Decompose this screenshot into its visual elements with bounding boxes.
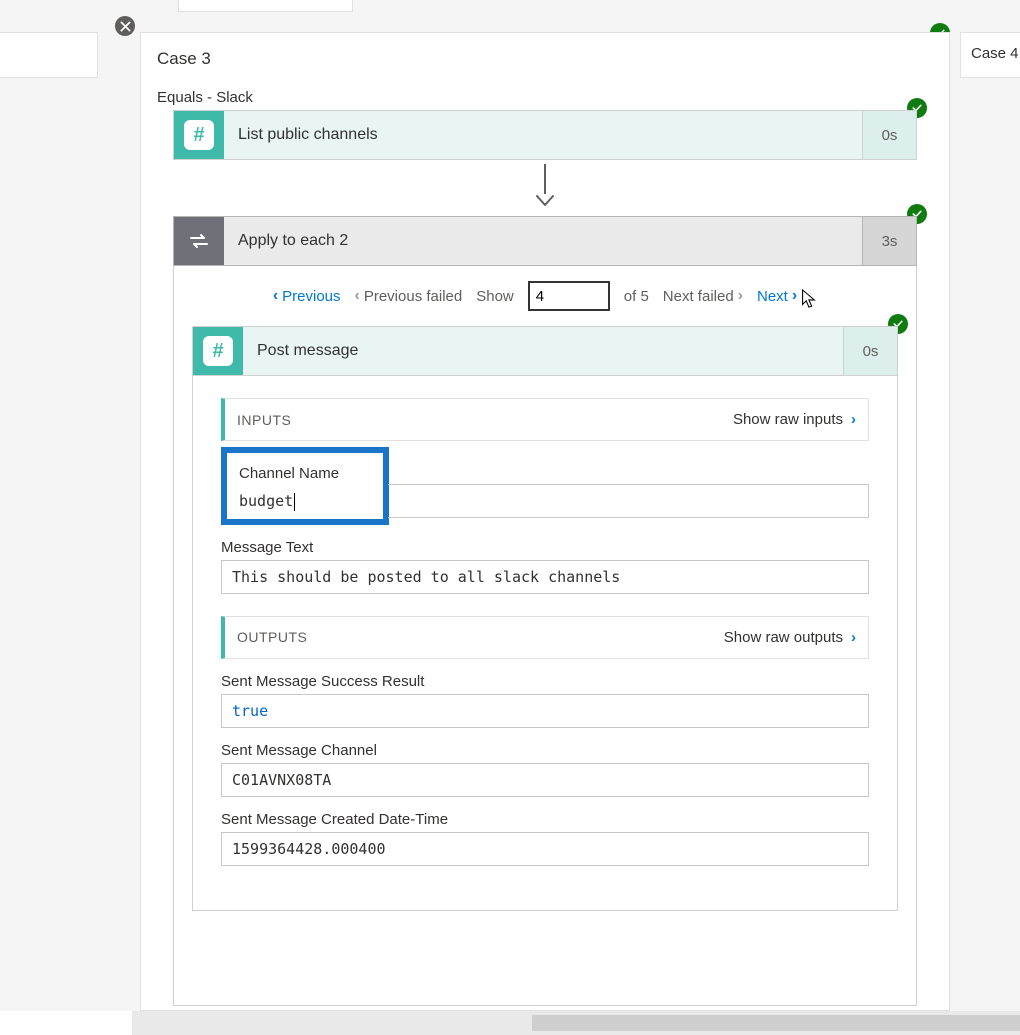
page-total-label: of 5: [624, 288, 649, 305]
channel-name-field-extension: [388, 484, 869, 518]
chevron-right-icon: ›: [792, 287, 797, 305]
loop-pager: ‹ Previous ‹ Previous failed Show of 5 N…: [174, 266, 916, 326]
sent-channel-value: C01AVNX08TA: [221, 763, 869, 797]
channel-name-highlight: Channel Name budget: [221, 447, 389, 525]
previous-failed-label: Previous failed: [364, 288, 462, 305]
slack-icon: #: [174, 111, 224, 159]
top-bar: [0, 0, 1020, 22]
loop-icon: [174, 217, 224, 265]
case4-title: Case 4: [971, 45, 1019, 62]
outputs-section: OUTPUTS Show raw outputs › Sent Message …: [221, 616, 869, 866]
case-title: Case 3: [141, 33, 949, 69]
apply-to-each-card[interactable]: Apply to each 2 3s: [173, 216, 917, 266]
post-message-title: Post message: [243, 327, 843, 375]
top-remnant-box: [178, 0, 353, 12]
arrow-connector: [141, 164, 949, 212]
apply-each-duration: 3s: [862, 217, 916, 265]
datetime-label: Sent Message Created Date-Time: [221, 811, 869, 828]
list-public-channels-card[interactable]: # List public channels 0s: [173, 110, 917, 160]
page-index-input[interactable]: [528, 281, 610, 311]
datetime-value: 1599364428.000400: [221, 832, 869, 866]
success-result-value: true: [221, 694, 869, 728]
inputs-section: INPUTS Show raw inputs › Channel Name bu…: [221, 398, 869, 594]
post-message-duration: 0s: [843, 327, 897, 375]
show-raw-inputs-label: Show raw inputs: [733, 411, 843, 428]
previous-failed-button[interactable]: ‹ Previous failed: [355, 287, 463, 305]
chevron-right-icon: ›: [851, 411, 856, 428]
show-label: Show: [476, 288, 514, 305]
inputs-label: INPUTS: [237, 412, 291, 428]
show-raw-outputs-button[interactable]: Show raw outputs ›: [724, 629, 856, 646]
chevron-left-icon: ‹: [355, 287, 360, 305]
apply-to-each-body: ‹ Previous ‹ Previous failed Show of 5 N…: [173, 266, 917, 1006]
sent-channel-label: Sent Message Channel: [221, 742, 869, 759]
next-label: Next: [757, 288, 788, 305]
message-text-value[interactable]: This should be posted to all slack chann…: [221, 560, 869, 594]
message-text-label: Message Text: [221, 539, 869, 556]
left-tab-placeholder: [0, 32, 98, 78]
equals-label: Equals - Slack: [141, 69, 949, 110]
apply-each-title: Apply to each 2: [224, 217, 862, 265]
channel-name-label: Channel Name: [239, 465, 371, 482]
close-icon[interactable]: [115, 16, 135, 36]
show-raw-inputs-button[interactable]: Show raw inputs ›: [733, 411, 856, 428]
channel-name-value[interactable]: budget: [239, 492, 295, 511]
case3-panel: Case 3 Equals - Slack # List public chan…: [140, 32, 950, 1011]
success-result-label: Sent Message Success Result: [221, 673, 869, 690]
chevron-left-icon: ‹: [273, 287, 278, 305]
horizontal-scrollbar[interactable]: [0, 1011, 1020, 1035]
post-message-card[interactable]: # Post message 0s: [192, 326, 898, 376]
chevron-right-icon: ›: [851, 629, 856, 646]
list-channels-title: List public channels: [224, 111, 862, 159]
previous-label: Previous: [282, 288, 340, 305]
outputs-label: OUTPUTS: [237, 629, 307, 645]
list-channels-duration: 0s: [862, 111, 916, 159]
next-failed-label: Next failed: [663, 288, 734, 305]
show-raw-outputs-label: Show raw outputs: [724, 629, 843, 646]
chevron-right-icon: ›: [738, 287, 743, 305]
previous-button[interactable]: ‹ Previous: [273, 287, 341, 305]
post-message-body: INPUTS Show raw inputs › Channel Name bu…: [192, 376, 898, 911]
next-failed-button[interactable]: Next failed ›: [663, 287, 743, 305]
slack-icon: #: [193, 327, 243, 375]
next-button[interactable]: Next ›: [757, 282, 817, 310]
cursor-icon: [799, 288, 817, 310]
case4-panel: Case 4: [960, 32, 1020, 78]
